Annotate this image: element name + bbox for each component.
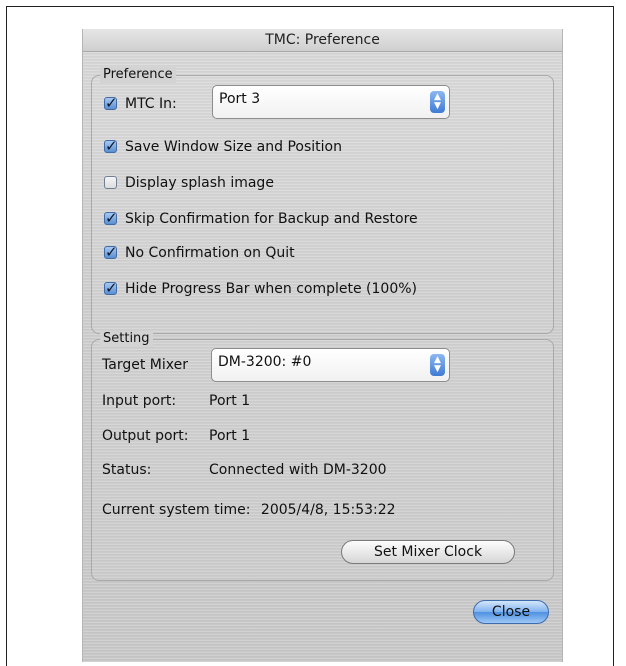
input-port-label: Input port: (102, 393, 177, 409)
status-value: Connected with DM-3200 (209, 462, 387, 478)
setting-group: Setting Target Mixer DM-3200: #0 ▲ ▼ Inpu… (91, 331, 554, 581)
set-mixer-clock-button[interactable]: Set Mixer Clock (341, 540, 515, 564)
option-no-confirmation-quit[interactable]: No Confirmation on Quit (104, 243, 295, 262)
window-title: TMC: Preference (83, 29, 562, 52)
no-confirmation-quit-checkbox[interactable] (104, 243, 118, 261)
option-save-window[interactable]: Save Window Size and Position (104, 137, 342, 156)
system-time-label: Current system time: (102, 502, 251, 518)
output-port-label: Output port: (102, 428, 189, 444)
display-splash-checkbox[interactable] (104, 176, 117, 189)
preference-legend: Preference (100, 67, 176, 83)
popup-arrows-icon: ▲ ▼ (430, 354, 445, 376)
skip-confirmation-checkbox[interactable] (104, 209, 118, 227)
input-port-value: Port 1 (209, 393, 251, 409)
mtc-in-port-value: Port 3 (219, 91, 261, 107)
popup-arrows-icon: ▲ ▼ (430, 91, 445, 113)
mtc-in-label: MTC In: (125, 96, 177, 112)
mtc-in-port-select[interactable]: Port 3 ▲ ▼ (212, 85, 450, 119)
display-splash-label: Display splash image (125, 175, 274, 191)
target-mixer-label: Target Mixer (102, 357, 188, 373)
output-port-value: Port 1 (209, 428, 251, 444)
option-hide-progress-bar[interactable]: Hide Progress Bar when complete (100%) (104, 279, 418, 298)
system-time-value: 2005/4/8, 15:53:22 (260, 502, 396, 518)
system-time-row: Current system time: 2005/4/8, 15:53:22 (102, 501, 396, 519)
target-mixer-value: DM-3200: #0 (218, 354, 312, 370)
option-display-splash[interactable]: Display splash image (104, 174, 274, 192)
setting-legend: Setting (100, 331, 153, 347)
close-button[interactable]: Close (473, 600, 549, 624)
no-confirmation-quit-label: No Confirmation on Quit (125, 245, 295, 261)
skip-confirmation-label: Skip Confirmation for Backup and Restore (125, 211, 418, 227)
save-window-label: Save Window Size and Position (125, 139, 342, 155)
target-mixer-select[interactable]: DM-3200: #0 ▲ ▼ (211, 348, 450, 382)
mtc-in-checkbox-row[interactable]: MTC In: (104, 94, 177, 113)
mtc-in-checkbox[interactable] (104, 94, 118, 112)
preference-group: Preference MTC In: Port 3 ▲▼ Save Window… (91, 67, 554, 334)
status-label: Status: (102, 462, 152, 478)
hide-progress-label: Hide Progress Bar when complete (100%) (125, 281, 418, 297)
save-window-checkbox[interactable] (104, 137, 118, 155)
option-skip-confirmation[interactable]: Skip Confirmation for Backup and Restore (104, 209, 418, 228)
preference-window: TMC: Preference Preference MTC In: Port … (82, 29, 563, 662)
hide-progress-checkbox[interactable] (104, 279, 118, 297)
